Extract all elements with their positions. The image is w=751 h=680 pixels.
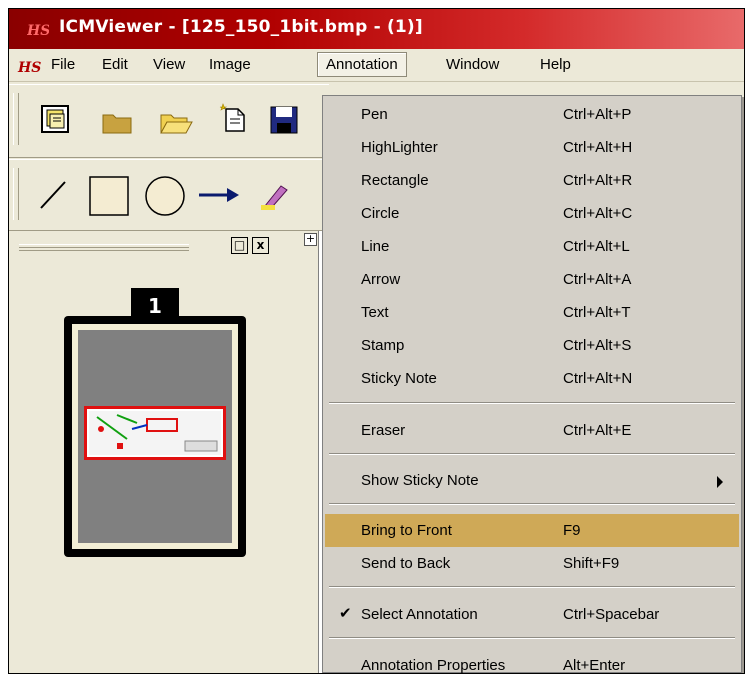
menu-item-show-sticky-note[interactable]: Show Sticky Note [325, 464, 739, 497]
menu-separator [329, 453, 735, 455]
menu-bar: HS File Edit View Image Annotation Windo… [9, 49, 744, 82]
checkmark-icon: ✔ [339, 605, 352, 622]
app-logo-icon: HS [27, 23, 49, 39]
menu-separator [329, 586, 735, 588]
open-folder-icon[interactable] [101, 105, 135, 139]
menu-item-highlighter[interactable]: HighLighter Ctrl+Alt+H [325, 131, 739, 164]
window-title: ICMViewer - [125_150_1bit.bmp - (1)] [59, 17, 423, 37]
menu-item-text[interactable]: Text Ctrl+Alt+T [325, 296, 739, 329]
pane-splitter[interactable] [294, 231, 306, 673]
scan-document-icon[interactable] [39, 103, 73, 137]
menu-separator [329, 402, 735, 404]
menu-item-select-annotation[interactable]: ✔ Select Annotation Ctrl+Spacebar [325, 598, 739, 631]
save-icon[interactable] [267, 103, 301, 137]
highlighter-tool-icon[interactable] [259, 180, 293, 214]
menu-separator [329, 637, 735, 639]
toolbar-grip[interactable] [13, 168, 19, 220]
menu-item-bring-to-front[interactable]: Bring to Front F9 [325, 514, 739, 547]
menu-image[interactable]: Image [209, 56, 251, 73]
expand-icon[interactable]: + [304, 233, 317, 246]
line-tool-icon[interactable] [37, 178, 71, 212]
arrow-tool-icon[interactable] [197, 178, 241, 212]
menu-item-eraser[interactable]: Eraser Ctrl+Alt+E [325, 414, 739, 447]
menu-annotation[interactable]: Annotation [317, 52, 407, 77]
menu-view[interactable]: View [153, 56, 185, 73]
open-folder-alt-icon[interactable] [159, 105, 193, 139]
menu-item-sticky-note[interactable]: Sticky Note Ctrl+Alt+N [325, 362, 739, 395]
circle-tool-icon[interactable] [143, 174, 187, 218]
menu-item-arrow[interactable]: Arrow Ctrl+Alt+A [325, 263, 739, 296]
toolbar-grip[interactable] [13, 93, 19, 145]
submenu-arrow-icon [717, 476, 723, 488]
menu-file[interactable]: File [51, 56, 75, 73]
rectangle-tool-icon[interactable] [87, 174, 131, 218]
menu-help[interactable]: Help [540, 56, 571, 73]
app-window: HS ICMViewer - [125_150_1bit.bmp - (1)] … [8, 8, 745, 674]
menu-item-pen[interactable]: Pen Ctrl+Alt+P [325, 98, 739, 131]
menu-item-circle[interactable]: Circle Ctrl+Alt+C [325, 197, 739, 230]
menu-item-send-to-back[interactable]: Send to Back Shift+F9 [325, 547, 739, 580]
menu-item-line[interactable]: Line Ctrl+Alt+L [325, 230, 739, 263]
menu-item-annotation-properties[interactable]: Annotation Properties Alt+Enter [325, 649, 739, 673]
standard-toolbar [9, 84, 329, 158]
thumbnail-pane: □ x 1 [9, 231, 294, 673]
svg-text:HS: HS [17, 60, 41, 76]
thumbnail-annotations [89, 411, 221, 455]
menu-item-rectangle[interactable]: Rectangle Ctrl+Alt+R [325, 164, 739, 197]
page-thumbnail[interactable] [64, 316, 246, 557]
pane-grip[interactable] [19, 244, 189, 251]
thumbnail-page [78, 330, 232, 543]
menu-separator [329, 503, 735, 505]
pane-restore-button[interactable]: □ [231, 237, 248, 254]
annotation-menu: Pen Ctrl+Alt+P HighLighter Ctrl+Alt+H Re… [322, 95, 742, 673]
menu-window[interactable]: Window [446, 56, 499, 73]
mdi-doc-icon[interactable]: HS [17, 55, 45, 77]
pane-header: □ x [9, 231, 294, 261]
thumbnail-image [84, 406, 226, 460]
pane-close-button[interactable]: x [252, 237, 269, 254]
menu-item-stamp[interactable]: Stamp Ctrl+Alt+S [325, 329, 739, 362]
new-page-icon[interactable] [217, 101, 251, 135]
annotation-toolbar [9, 159, 329, 231]
menu-edit[interactable]: Edit [102, 56, 128, 73]
svg-text:HS: HS [27, 23, 49, 39]
title-bar[interactable]: HS ICMViewer - [125_150_1bit.bmp - (1)] [9, 9, 744, 49]
